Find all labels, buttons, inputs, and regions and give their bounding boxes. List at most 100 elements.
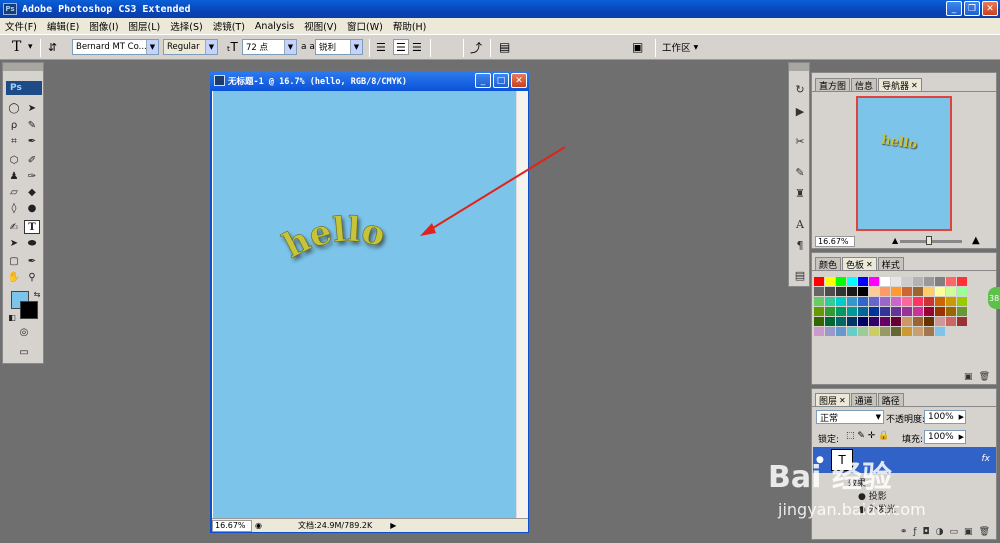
color-swatch[interactable] bbox=[825, 297, 835, 306]
tab-channels[interactable]: 通道 bbox=[850, 393, 877, 407]
color-swatch[interactable] bbox=[847, 277, 857, 286]
color-swatch[interactable] bbox=[891, 317, 901, 326]
color-swatch[interactable] bbox=[957, 317, 967, 326]
color-swatch[interactable] bbox=[880, 307, 890, 316]
tab-styles[interactable]: 样式 bbox=[877, 257, 904, 271]
color-swatch[interactable] bbox=[902, 287, 912, 296]
tab-histogram[interactable]: 直方图 bbox=[815, 78, 851, 92]
color-swatch[interactable] bbox=[913, 277, 923, 286]
lock-icons[interactable]: ⬚ ✎ ✛ 🔒 bbox=[846, 431, 889, 441]
color-swatch[interactable] bbox=[825, 327, 835, 336]
color-swatch[interactable] bbox=[836, 317, 846, 326]
color-swatch[interactable] bbox=[836, 277, 846, 286]
color-swatch[interactable] bbox=[858, 297, 868, 306]
color-swatch[interactable] bbox=[869, 297, 879, 306]
color-swatch[interactable] bbox=[935, 287, 945, 296]
color-swatch[interactable] bbox=[847, 297, 857, 306]
fx-icon[interactable]: fx bbox=[982, 454, 991, 464]
color-swatch[interactable] bbox=[880, 327, 890, 336]
color-swatch[interactable] bbox=[880, 317, 890, 326]
color-swatch[interactable] bbox=[902, 277, 912, 286]
color-swatch[interactable] bbox=[836, 327, 846, 336]
color-swatch[interactable] bbox=[814, 317, 824, 326]
color-swatch[interactable] bbox=[836, 297, 846, 306]
color-swatch[interactable] bbox=[814, 287, 824, 296]
color-swatch[interactable] bbox=[814, 327, 824, 336]
new-layer-icon[interactable]: ▣ bbox=[964, 527, 973, 537]
delete-layer-icon[interactable]: 🗑 bbox=[979, 527, 990, 537]
color-swatch[interactable] bbox=[957, 287, 967, 296]
new-group-icon[interactable]: ▭ bbox=[950, 527, 959, 537]
color-swatch[interactable] bbox=[946, 307, 956, 316]
color-swatch[interactable] bbox=[825, 277, 835, 286]
color-swatch[interactable] bbox=[957, 307, 967, 316]
layer-comps-icon[interactable]: ▤ bbox=[792, 267, 808, 283]
color-swatch[interactable] bbox=[924, 307, 934, 316]
color-swatch[interactable] bbox=[858, 287, 868, 296]
color-swatch[interactable] bbox=[814, 297, 824, 306]
brushes-panel-icon[interactable]: ✎ bbox=[792, 164, 808, 180]
color-swatch[interactable] bbox=[858, 317, 868, 326]
color-swatch[interactable] bbox=[891, 287, 901, 296]
color-swatch[interactable] bbox=[814, 277, 824, 286]
color-swatch[interactable] bbox=[902, 297, 912, 306]
color-swatch[interactable] bbox=[946, 297, 956, 306]
tool-presets-icon[interactable]: ✂ bbox=[792, 133, 808, 149]
tab-navigator[interactable]: 导航器 ✕ bbox=[878, 78, 922, 92]
color-swatch[interactable] bbox=[891, 327, 901, 336]
color-swatch[interactable] bbox=[913, 297, 923, 306]
color-swatch[interactable] bbox=[891, 307, 901, 316]
color-swatch[interactable] bbox=[858, 307, 868, 316]
close-icon[interactable]: ✕ bbox=[911, 81, 918, 90]
color-swatch[interactable] bbox=[924, 297, 934, 306]
color-swatch[interactable] bbox=[847, 307, 857, 316]
color-swatch[interactable] bbox=[935, 297, 945, 306]
color-swatch[interactable] bbox=[847, 287, 857, 296]
color-swatch[interactable] bbox=[891, 277, 901, 286]
color-swatch[interactable] bbox=[913, 287, 923, 296]
color-swatch[interactable] bbox=[880, 277, 890, 286]
fill-field[interactable]: 100% ▶ bbox=[924, 430, 966, 444]
zoom-slider-thumb[interactable] bbox=[926, 236, 932, 245]
tab-paths[interactable]: 路径 bbox=[877, 393, 904, 407]
adjustment-layer-icon[interactable]: ◑ bbox=[936, 527, 944, 537]
zoom-in-icon[interactable]: ▲ bbox=[972, 235, 980, 246]
color-swatch[interactable] bbox=[869, 287, 879, 296]
color-swatch[interactable] bbox=[935, 307, 945, 316]
actions-panel-icon[interactable]: ▶ bbox=[792, 103, 808, 119]
color-swatch[interactable] bbox=[847, 317, 857, 326]
color-swatch[interactable] bbox=[924, 287, 934, 296]
color-swatch[interactable] bbox=[957, 277, 967, 286]
add-mask-icon[interactable]: ◘ bbox=[923, 527, 930, 537]
color-swatch[interactable] bbox=[935, 327, 945, 336]
history-panel-icon[interactable]: ↻ bbox=[792, 81, 808, 97]
color-swatch[interactable] bbox=[858, 327, 868, 336]
color-swatch[interactable] bbox=[913, 317, 923, 326]
color-swatch[interactable] bbox=[902, 317, 912, 326]
close-icon[interactable]: ✕ bbox=[839, 396, 846, 405]
blend-mode-select[interactable]: 正常 ▼ bbox=[816, 410, 884, 424]
color-swatch[interactable] bbox=[902, 307, 912, 316]
color-swatch[interactable] bbox=[913, 327, 923, 336]
color-swatch[interactable] bbox=[924, 317, 934, 326]
clone-source-icon[interactable]: ♜ bbox=[792, 185, 808, 201]
color-swatch[interactable] bbox=[946, 287, 956, 296]
color-swatch[interactable] bbox=[869, 317, 879, 326]
color-swatch[interactable] bbox=[880, 297, 890, 306]
close-icon[interactable]: ✕ bbox=[866, 260, 873, 269]
side-badge[interactable]: 38 bbox=[988, 287, 1000, 309]
color-swatch[interactable] bbox=[869, 307, 879, 316]
color-swatch[interactable] bbox=[946, 317, 956, 326]
color-swatch[interactable] bbox=[957, 297, 967, 306]
color-swatch[interactable] bbox=[913, 307, 923, 316]
tab-swatches[interactable]: 色板 ✕ bbox=[842, 257, 877, 271]
color-swatch[interactable] bbox=[869, 277, 879, 286]
color-swatch[interactable] bbox=[869, 327, 879, 336]
new-swatch-icon[interactable]: ▣ bbox=[964, 372, 973, 382]
color-swatch[interactable] bbox=[858, 277, 868, 286]
delete-swatch-icon[interactable]: 🗑 bbox=[979, 372, 990, 382]
color-swatch[interactable] bbox=[924, 277, 934, 286]
dock-header[interactable] bbox=[789, 63, 809, 71]
color-swatch[interactable] bbox=[935, 317, 945, 326]
opacity-field[interactable]: 100% ▶ bbox=[924, 410, 966, 424]
